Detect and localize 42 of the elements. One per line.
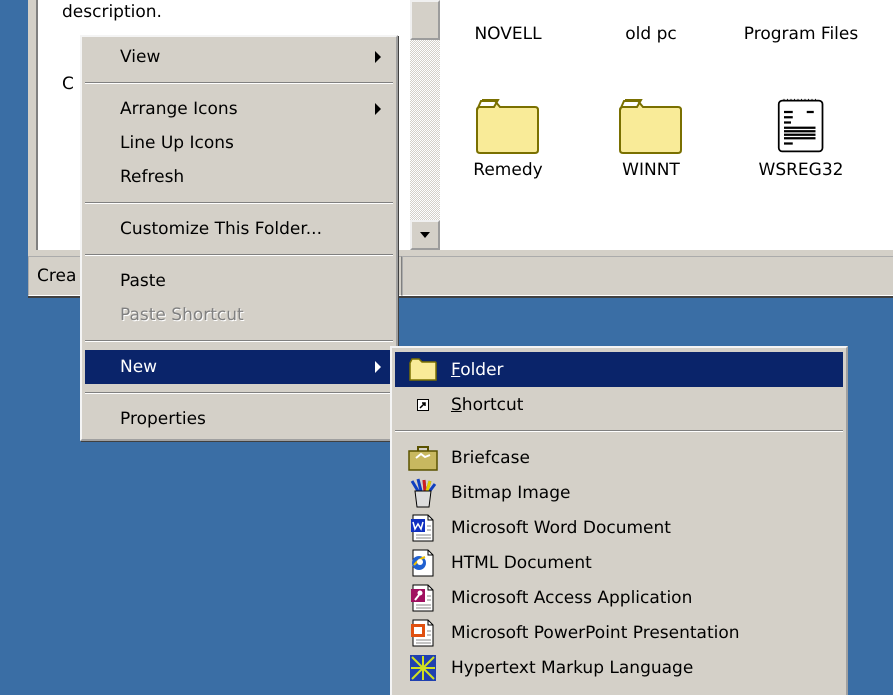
grid-icon: [409, 654, 437, 682]
menu-item[interactable]: Hypertext Markup Language: [395, 650, 843, 685]
scroll-down-button[interactable]: [410, 220, 440, 250]
menu-item[interactable]: Refresh: [85, 160, 393, 194]
scroll-thumb[interactable]: [410, 0, 440, 40]
notepad-icon: [776, 98, 826, 154]
key-document-icon: [410, 584, 436, 612]
file-label[interactable]: WSREG32: [758, 160, 844, 180]
menu-item[interactable]: Folder: [395, 352, 843, 387]
slide-document-icon: [410, 618, 436, 646]
document-icon: [410, 514, 436, 542]
paint-cup-icon: [408, 478, 438, 508]
menu-item[interactable]: Paste: [85, 264, 393, 298]
menu-item[interactable]: View: [85, 40, 393, 74]
menu-item[interactable]: New: [85, 350, 393, 384]
description-text: description.: [62, 2, 163, 22]
folder-icon: [409, 358, 437, 382]
menu-item[interactable]: Microsoft Access Application: [395, 580, 843, 615]
menu-item[interactable]: Properties: [85, 402, 393, 436]
globe-document-icon: [410, 548, 436, 576]
briefcase-icon: [408, 444, 438, 470]
menu-item[interactable]: Line Up Icons: [85, 126, 393, 160]
folder-icon: [618, 98, 684, 154]
file-label[interactable]: Remedy: [473, 160, 543, 180]
menu-item[interactable]: Microsoft Word Document: [395, 510, 843, 545]
menu-item[interactable]: Microsoft PowerPoint Presentation: [395, 615, 843, 650]
folder-icon: [475, 98, 541, 154]
shortcut-icon: [417, 398, 429, 410]
status-text: Crea: [37, 266, 76, 286]
file-label[interactable]: NOVELL: [474, 24, 542, 44]
menu-item[interactable]: Arrange Icons: [85, 92, 393, 126]
file-label[interactable]: old pc: [625, 24, 677, 44]
scrollbar[interactable]: [410, 0, 440, 250]
menu-item[interactable]: Customize This Folder...: [85, 212, 393, 246]
menu-item[interactable]: Briefcase: [395, 440, 843, 475]
description-text: C: [62, 74, 75, 94]
menu-item[interactable]: HTML Document: [395, 545, 843, 580]
file-label[interactable]: Program Files: [744, 24, 858, 44]
menu-item[interactable]: Bitmap Image: [395, 475, 843, 510]
down-arrow-icon: [420, 232, 430, 238]
menu-item[interactable]: Shortcut: [395, 387, 843, 422]
file-label[interactable]: WINNT: [622, 160, 680, 180]
